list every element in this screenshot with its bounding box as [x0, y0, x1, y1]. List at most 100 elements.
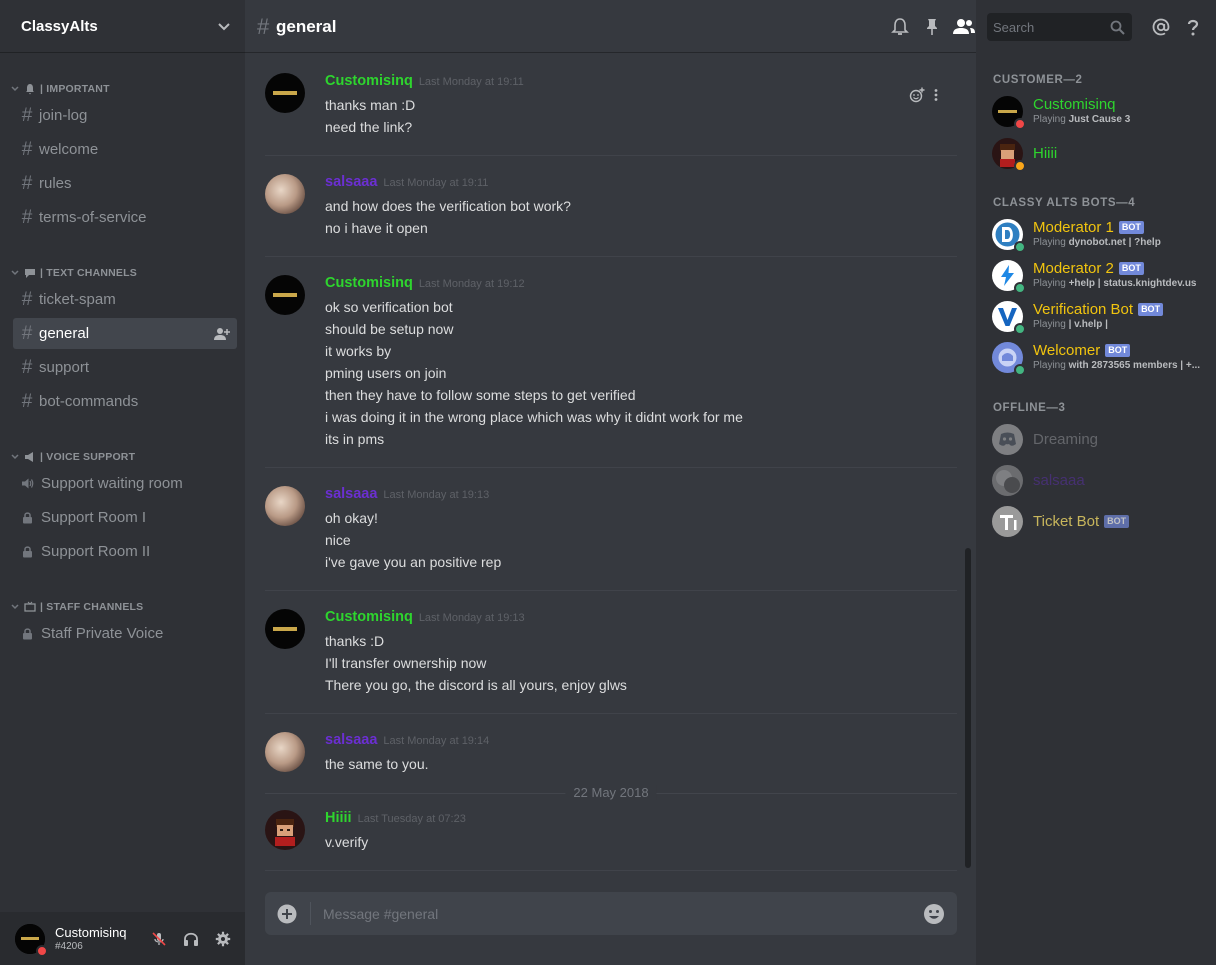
member-activity: Playing with 2873565 members | +... — [1033, 360, 1209, 371]
speech-bubble-icon — [25, 269, 35, 278]
channel-label: Support waiting room — [41, 475, 183, 492]
channel-support[interactable]: # support — [13, 352, 237, 383]
members-icon[interactable] — [952, 17, 976, 37]
voice-channel-support-room-1[interactable]: Support Room I — [13, 502, 237, 533]
message-header: salsaaa Last Monday at 19:11 — [325, 174, 488, 190]
message-author[interactable]: salsaaa — [325, 174, 377, 190]
gear-icon[interactable] — [215, 931, 231, 947]
member-item[interactable]: Dreaming — [992, 423, 1207, 457]
member-name-row: salsaaa — [1033, 472, 1085, 489]
voice-channel-support-waiting-room[interactable]: Support waiting room — [13, 468, 237, 499]
hash-icon: # — [21, 139, 33, 160]
channel-welcome[interactable]: # welcome — [13, 134, 237, 165]
message-line: I'll transfer ownership now — [325, 655, 487, 671]
user-tag: #4206 — [55, 941, 83, 952]
channel-general[interactable]: # general — [13, 318, 237, 349]
channel-rules[interactable]: # rules — [13, 168, 237, 199]
invite-icon[interactable] — [214, 327, 230, 341]
avatar-art — [265, 73, 305, 113]
author-avatar[interactable] — [265, 486, 305, 526]
server-header[interactable]: ClassyAlts — [0, 0, 245, 53]
server-name: ClassyAlts — [21, 17, 98, 35]
member-item[interactable]: Welcomer BOT Playing with 2873565 member… — [992, 341, 1209, 376]
more-icon[interactable] — [931, 87, 941, 103]
search-box[interactable] — [987, 13, 1132, 41]
channel-sidebar: ClassyAlts | IMPORTANT # join-log # welc… — [0, 0, 245, 965]
channel-label: Support Room II — [41, 543, 151, 560]
author-avatar[interactable] — [265, 275, 305, 315]
message-line: the same to you. — [325, 756, 429, 772]
activity-prefix: Playing — [1033, 114, 1069, 125]
message-line: and how does the verification bot work? — [325, 198, 571, 214]
member-item[interactable]: Moderator 1 BOT Playing dynobot.net | ?h… — [992, 218, 1207, 253]
message-author[interactable]: Customisinq — [325, 275, 413, 291]
voice-channel-support-room-2[interactable]: Support Room II — [13, 536, 237, 567]
author-avatar[interactable] — [265, 73, 305, 113]
channel-join-log[interactable]: # join-log — [13, 100, 237, 131]
message-author[interactable]: Customisinq — [325, 609, 413, 625]
message-line: thanks man :D — [325, 97, 416, 113]
status-online — [1014, 364, 1026, 376]
author-avatar[interactable] — [265, 609, 305, 649]
channel-label: bot-commands — [39, 393, 139, 410]
message-line: pming users on join — [325, 365, 447, 381]
message-header: Customisinq Last Monday at 19:12 — [325, 275, 525, 291]
member-item[interactable]: Moderator 2 BOT Playing +help | status.k… — [992, 259, 1207, 294]
channel-label: rules — [39, 175, 72, 192]
message-input[interactable] — [323, 892, 903, 935]
chevron-down-icon — [11, 604, 19, 610]
member-item[interactable]: Customisinq Playing Just Cause 3 — [992, 95, 1209, 130]
status-dnd — [1014, 118, 1026, 130]
author-avatar[interactable] — [265, 174, 305, 214]
plus-icon[interactable] — [277, 904, 297, 924]
message-author[interactable]: salsaaa — [325, 486, 377, 502]
scrollbar[interactable] — [965, 548, 971, 868]
channel-bot-commands[interactable]: # bot-commands — [13, 386, 237, 417]
message-author[interactable]: Customisinq — [325, 73, 413, 89]
member-name: Dreaming — [1033, 431, 1099, 448]
voice-channel-staff-private-voice[interactable]: Staff Private Voice — [13, 618, 237, 649]
message-author[interactable]: Hiiii — [325, 810, 352, 826]
user-info: Customisinq #4206 — [55, 925, 135, 952]
message-author[interactable]: salsaaa — [325, 732, 377, 748]
mention-icon[interactable] — [1151, 17, 1171, 37]
pin-icon[interactable] — [922, 17, 942, 37]
message-divider — [265, 590, 957, 591]
member-avatar — [992, 301, 1026, 335]
category-important[interactable]: | IMPORTANT — [10, 82, 110, 96]
search-input[interactable] — [987, 13, 1107, 41]
category-staff-channels[interactable]: | STAFF CHANNELS — [10, 600, 143, 614]
add-reaction-icon[interactable] — [909, 87, 925, 103]
member-item[interactable]: Hiiii — [992, 137, 1207, 172]
bell-icon[interactable] — [890, 17, 910, 37]
member-item[interactable]: Verification Bot BOT Playing | v.help | — [992, 300, 1209, 335]
member-name-row: Ticket Bot BOT — [1033, 513, 1130, 530]
category-label: | TEXT CHANNELS — [40, 267, 137, 279]
channel-terms-of-service[interactable]: # terms-of-service — [13, 202, 237, 233]
mute-icon[interactable] — [151, 931, 167, 947]
channel-ticket-spam[interactable]: # ticket-spam — [13, 284, 237, 315]
member-item[interactable]: salsaaa — [992, 464, 1207, 498]
activity-prefix: Playing — [1033, 319, 1069, 330]
member-item[interactable]: Ticket Bot BOT — [992, 505, 1207, 539]
headphones-icon[interactable] — [183, 931, 199, 947]
member-activity: Playing Just Cause 3 — [1033, 114, 1209, 125]
member-avatar — [992, 138, 1026, 172]
status-online — [1014, 323, 1026, 335]
category-text-channels[interactable]: | TEXT CHANNELS — [10, 266, 137, 280]
author-avatar[interactable] — [265, 732, 305, 772]
member-activity: Playing | v.help | — [1033, 319, 1209, 330]
message-body: thanks man :D need the link? — [325, 94, 415, 138]
chevron-down-icon — [11, 454, 19, 460]
user-avatar[interactable] — [15, 923, 48, 957]
search-icon[interactable] — [1110, 20, 1125, 35]
message-header: salsaaa Last Monday at 19:13 — [325, 486, 489, 502]
message-body: v.verify — [325, 831, 368, 853]
chevron-down-icon[interactable] — [217, 19, 231, 33]
message-header: Customisinq Last Monday at 19:11 — [325, 73, 524, 89]
help-icon[interactable] — [1183, 17, 1203, 37]
activity-name: | v.help | — [1068, 319, 1108, 330]
emoji-icon[interactable] — [923, 903, 945, 925]
category-voice-support[interactable]: | VOICE SUPPORT — [10, 450, 135, 464]
author-avatar[interactable] — [265, 810, 305, 850]
